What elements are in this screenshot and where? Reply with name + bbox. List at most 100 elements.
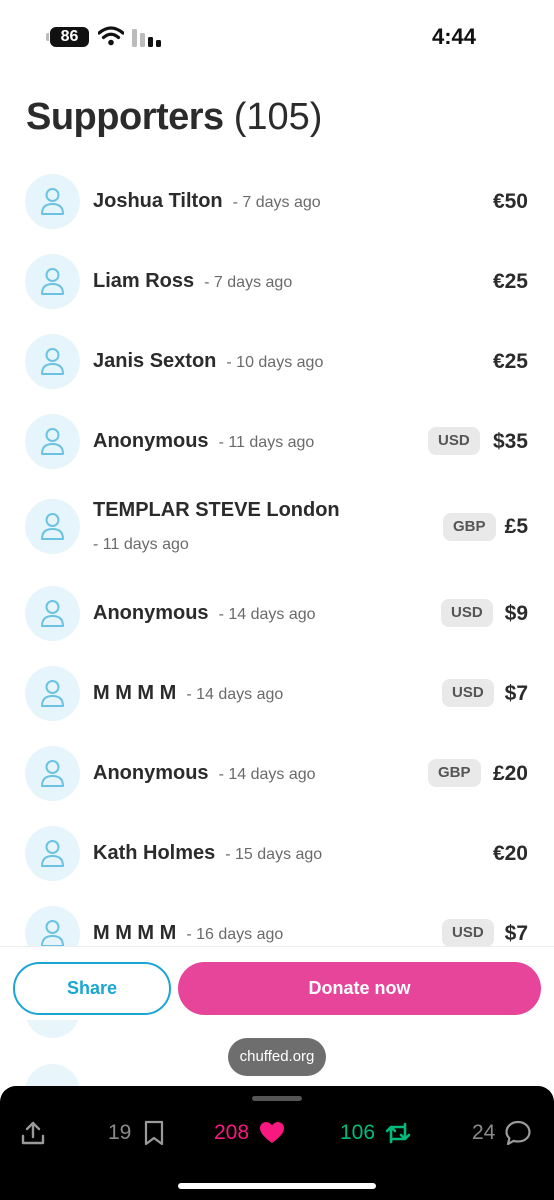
avatar	[25, 826, 80, 881]
person-icon	[41, 840, 64, 867]
reply-button[interactable]: 24	[472, 1116, 531, 1150]
avatar	[25, 906, 80, 946]
person-icon	[41, 600, 64, 627]
avatar	[25, 174, 80, 229]
supporter-row: Joshua Tilton - 7 days ago €50	[0, 174, 554, 230]
time-ago: - 16 days ago	[186, 926, 284, 943]
currency-badge: GBP	[428, 759, 481, 787]
currency-badge: USD	[442, 679, 494, 707]
donation-amount: $35	[492, 430, 528, 453]
donation-amount: €50	[492, 190, 528, 213]
bookmark-button[interactable]: 19	[108, 1116, 167, 1150]
supporter-name: Kath Holmes - 15 days ago	[93, 842, 322, 865]
supporter-row: TEMPLAR STEVE London - 11 days ago GBP £…	[0, 499, 554, 555]
site-domain-pill[interactable]: chuffed.org	[228, 1038, 326, 1076]
action-bar: Share Donate now	[0, 946, 554, 1020]
currency-badge: USD	[428, 427, 480, 455]
time-ago: - 7 days ago	[232, 194, 321, 211]
avatar	[25, 746, 80, 801]
currency-badge: GBP	[443, 513, 496, 541]
name-text: Anonymous	[93, 430, 209, 452]
supporter-row: Anonymous - 14 days ago USD $9	[0, 586, 554, 642]
time-ago: - 11 days ago	[93, 536, 189, 553]
supporter-count: (105)	[233, 96, 323, 138]
supporter-row-peek	[0, 1020, 554, 1038]
donation-amount: €20	[492, 842, 528, 865]
donate-now-button[interactable]: Donate now	[178, 962, 541, 1015]
person-icon	[41, 348, 64, 375]
donation-amount: £20	[492, 762, 528, 785]
supporter-row: Anonymous - 11 days ago USD $35	[0, 414, 554, 470]
time-ago: - 11 days ago	[218, 434, 315, 451]
supporter-row: Anonymous - 14 days ago GBP £20	[0, 746, 554, 802]
time-ago: - 15 days ago	[225, 846, 323, 863]
retweet-button[interactable]: 106	[340, 1116, 411, 1150]
name-text: Joshua Tilton	[93, 190, 223, 212]
donation-amount: €25	[492, 350, 528, 373]
supporter-name: Anonymous - 14 days ago	[93, 762, 316, 785]
heart-icon	[260, 1122, 285, 1143]
person-icon	[41, 920, 64, 946]
person-icon	[41, 268, 64, 295]
sheet-grabber[interactable]	[252, 1096, 302, 1101]
donation-amount: $9	[504, 602, 528, 625]
avatar	[25, 254, 80, 309]
person-icon	[41, 188, 64, 215]
supporter-name: Liam Ross - 7 days ago	[93, 270, 292, 293]
currency-badge: USD	[441, 599, 493, 627]
upload-icon	[21, 1121, 45, 1145]
avatar	[25, 586, 80, 641]
time-ago: - 14 days ago	[186, 686, 284, 703]
avatar	[25, 1020, 80, 1038]
avatar	[25, 499, 80, 554]
name-text: Janis Sexton	[93, 350, 217, 372]
signal-icon	[132, 29, 161, 47]
supporter-name: Anonymous - 11 days ago	[93, 430, 314, 453]
retweet-icon	[385, 1122, 411, 1144]
avatar	[25, 414, 80, 469]
time-ago: - 10 days ago	[226, 354, 324, 371]
retweet-count: 106	[340, 1121, 376, 1144]
name-text: Anonymous	[93, 762, 209, 784]
person-icon	[41, 680, 64, 707]
share-button[interactable]: Share	[13, 962, 171, 1015]
supporter-row: Liam Ross - 7 days ago €25	[0, 254, 554, 310]
person-icon	[41, 760, 64, 787]
clock: 4:44	[431, 24, 476, 49]
name-text: M M M M	[93, 922, 177, 944]
bookmark-count: 19	[108, 1121, 132, 1144]
like-count: 208	[214, 1121, 250, 1144]
title-text: Supporters	[26, 96, 224, 138]
avatar	[25, 1064, 80, 1086]
time-ago: - 14 days ago	[218, 606, 316, 623]
avatar	[25, 666, 80, 721]
name-text: Kath Holmes	[93, 842, 216, 864]
supporter-name: M M M M - 16 days ago	[93, 922, 283, 945]
time-ago: - 14 days ago	[218, 766, 316, 783]
supporter-name: TEMPLAR STEVE London	[93, 499, 340, 521]
supporter-row: Janis Sexton - 10 days ago €25	[0, 334, 554, 390]
supporter-name: Joshua Tilton - 7 days ago	[93, 190, 321, 213]
donation-amount: $7	[504, 682, 528, 705]
person-icon	[41, 513, 64, 540]
name-text: M M M M	[93, 682, 177, 704]
supporter-name: Anonymous - 14 days ago	[93, 602, 316, 625]
share-tweet-button[interactable]	[20, 1116, 46, 1150]
page-title: Supporters (105)	[26, 96, 322, 139]
wifi-icon	[98, 26, 124, 46]
supporter-name: M M M M - 14 days ago	[93, 682, 283, 705]
name-text: Anonymous	[93, 602, 209, 624]
person-icon	[41, 428, 64, 455]
reply-count: 24	[472, 1121, 496, 1144]
bookmark-icon	[145, 1120, 164, 1146]
avatar	[25, 334, 80, 389]
home-indicator[interactable]	[178, 1183, 376, 1189]
status-bar: 86 4:44	[0, 0, 554, 70]
supporter-row: M M M M - 14 days ago USD $7	[0, 666, 554, 722]
like-button[interactable]: 208	[214, 1116, 285, 1150]
supporter-row: Kath Holmes - 15 days ago €20	[0, 826, 554, 882]
donation-amount: £5	[504, 515, 528, 538]
comment-icon	[505, 1120, 531, 1146]
time-ago: - 7 days ago	[204, 274, 293, 291]
battery-icon: 86	[46, 27, 89, 47]
